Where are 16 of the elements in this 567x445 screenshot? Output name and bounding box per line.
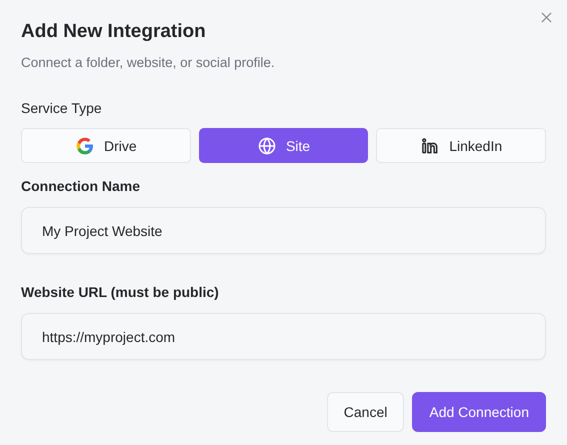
service-option[interactable]: Site bbox=[198, 128, 368, 163]
field-label: Website URL (must be public) bbox=[21, 283, 219, 301]
service-option[interactable]: Drive bbox=[21, 128, 191, 163]
field-label: Connection Name bbox=[21, 177, 140, 195]
input-field[interactable]: https://myproject.com bbox=[21, 313, 546, 360]
dialog-subtitle: Connect a folder, website, or social profile. bbox=[21, 54, 276, 72]
service-option[interactable]: LinkedIn bbox=[376, 128, 546, 163]
input-field[interactable]: My Project Website bbox=[21, 207, 546, 254]
close-icon[interactable] bbox=[541, 12, 552, 23]
google-g-icon bbox=[75, 136, 95, 156]
globe-icon bbox=[256, 136, 277, 156]
linkedin-icon bbox=[420, 136, 440, 156]
add-connection-button[interactable]: Add Connection bbox=[412, 392, 546, 432]
field-label: Service Type bbox=[21, 99, 102, 117]
dialog-title: Add New Integration bbox=[21, 20, 207, 44]
cancel-button[interactable]: Cancel bbox=[326, 392, 404, 432]
